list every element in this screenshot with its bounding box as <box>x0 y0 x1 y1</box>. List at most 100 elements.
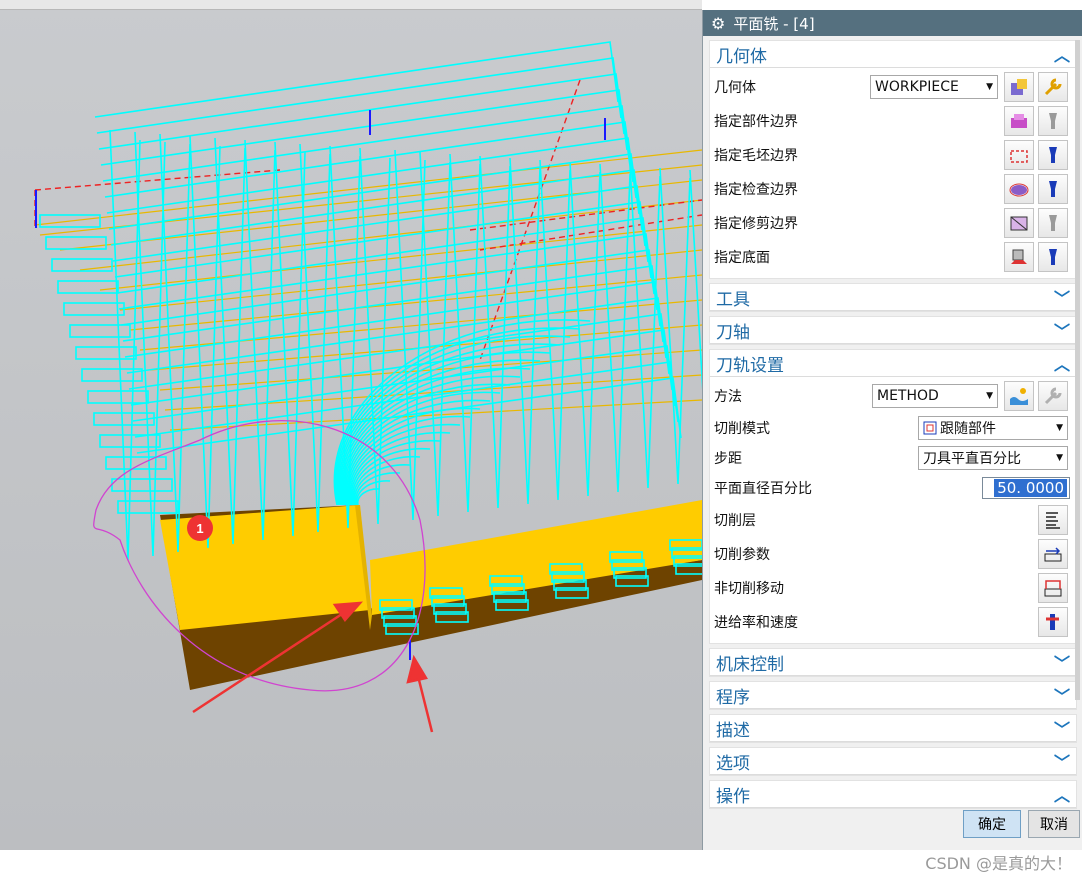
percent-value: 50. 0000 <box>994 479 1067 497</box>
percent-input[interactable]: 50. 0000 <box>982 477 1070 499</box>
flashlight-icon <box>1049 147 1057 163</box>
edit-method-button[interactable] <box>1038 381 1068 411</box>
method-select[interactable]: METHOD ▼ <box>872 384 998 408</box>
stepover-value: 刀具平直百分比 <box>923 451 1021 467</box>
non-cutting-button[interactable] <box>1038 573 1068 603</box>
method-icon <box>1010 388 1028 405</box>
flashlight-icon <box>1049 249 1057 265</box>
toolpath-segment <box>124 281 664 358</box>
blank-boundary-display-button[interactable] <box>1038 140 1068 170</box>
operation-header[interactable]: 操作 ︿ <box>710 781 1076 808</box>
dropdown-arrow-icon: ▼ <box>986 391 993 401</box>
marker-number: 1 <box>196 521 203 536</box>
dialog-buttons: 确定 取消 <box>703 810 1082 850</box>
part-boundary-button[interactable] <box>1004 106 1034 136</box>
options-header[interactable]: 选项 ﹀ <box>710 748 1076 775</box>
toolpath-segment <box>106 137 637 214</box>
toolpath-segment <box>63 302 125 316</box>
method-row: 方法 METHOD ▼ <box>710 379 1076 413</box>
geometry-value: WORKPIECE <box>875 79 959 95</box>
tool-section-header[interactable]: 工具 ﹀ <box>710 284 1076 311</box>
section-title: 操作 <box>716 786 750 807</box>
toolpath-segment <box>94 41 619 118</box>
cancel-button[interactable]: 取消 <box>1028 810 1080 838</box>
method-value: METHOD <box>877 388 939 404</box>
check-boundary-display-button[interactable] <box>1038 174 1068 204</box>
gear-icon[interactable]: ⚙ <box>711 14 725 33</box>
cut-params-label: 切削参数 <box>714 547 770 563</box>
program-header[interactable]: 程序 ﹀ <box>710 682 1076 709</box>
cut-pattern-value: 跟随部件 <box>940 421 996 437</box>
cut-levels-label: 切削层 <box>714 513 756 529</box>
dropdown-arrow-icon: ▼ <box>1056 423 1063 433</box>
toolpath-segment <box>57 280 119 294</box>
description-header[interactable]: 描述 ﹀ <box>710 715 1076 742</box>
dialog-titlebar: ⚙ 平面铣 - [4] <box>703 10 1082 36</box>
toolpath-segment <box>45 236 107 250</box>
dialog-title: 平面铣 - [4] <box>733 14 815 33</box>
trim-boundary-button[interactable] <box>1004 208 1034 238</box>
cut-params-button[interactable] <box>1038 539 1068 569</box>
toolpath-segment <box>355 480 391 506</box>
toolpath-segment <box>419 151 451 517</box>
dialog-content: 几何体 ︿ 几何体 WORKPIECE ▼ 指定部件边界 指定毛坯边界 指定检查… <box>709 40 1077 810</box>
blank-boundary-button[interactable] <box>1004 140 1034 170</box>
section-title: 几何体 <box>716 46 767 67</box>
flashlight-icon <box>1049 181 1057 197</box>
feeds-label: 进给率和速度 <box>714 615 798 631</box>
feeds-row: 进给率和速度 <box>710 605 1076 639</box>
toolpath-segment <box>87 390 149 404</box>
floor-icon <box>1011 249 1027 264</box>
graphics-viewport[interactable]: 1 <box>0 0 702 850</box>
toolpath-segment <box>69 324 131 338</box>
path-settings-header[interactable]: 刀轨设置 ︿ <box>710 350 1076 377</box>
feeds-button[interactable] <box>1038 607 1068 637</box>
ok-button[interactable]: 确定 <box>963 810 1021 838</box>
stepover-select[interactable]: 刀具平直百分比 ▼ <box>918 446 1068 470</box>
edit-geometry-button[interactable] <box>1038 72 1068 102</box>
chevron-down-icon: ﹀ <box>1053 289 1070 308</box>
toolpath-segment <box>111 478 173 492</box>
cut-levels-icon <box>1046 512 1060 529</box>
axis-section: 刀轴 ﹀ <box>709 316 1077 345</box>
geometry-select[interactable]: WORKPIECE ▼ <box>870 75 998 99</box>
toolpath-scene: 1 <box>34 41 702 733</box>
floor-button[interactable] <box>1004 242 1034 272</box>
toolpath-segment <box>100 89 628 166</box>
trim-boundary-icon <box>1010 216 1028 231</box>
geometry-section-header[interactable]: 几何体 ︿ <box>710 41 1076 68</box>
stepover-row: 步距 刀具平直百分比 ▼ <box>710 443 1076 473</box>
new-method-button[interactable] <box>1004 381 1034 411</box>
chevron-down-icon: ﹀ <box>1053 322 1070 341</box>
trim-boundary-display-button[interactable] <box>1038 208 1068 238</box>
description-section: 描述 ﹀ <box>709 714 1077 743</box>
flashlight-icon <box>1049 215 1057 231</box>
cut-levels-button[interactable] <box>1038 505 1068 535</box>
toolpath-segment <box>126 297 667 374</box>
part-boundary-icon <box>1011 114 1027 128</box>
program-section: 程序 ﹀ <box>709 681 1077 710</box>
section-title: 机床控制 <box>716 654 784 675</box>
section-title: 描述 <box>716 720 750 741</box>
chevron-up-icon: ︿ <box>1053 355 1070 374</box>
machine-control-section: 机床控制 ﹀ <box>709 648 1077 677</box>
cut-params-icon <box>1044 547 1062 562</box>
planar-mill-dialog: ⚙ 平面铣 - [4] 几何体 ︿ 几何体 WORKPIECE ▼ 指定部件边界… <box>702 10 1082 850</box>
cut-levels-row: 切削层 <box>710 503 1076 537</box>
chevron-down-icon: ﹀ <box>1053 720 1070 739</box>
cut-pattern-select[interactable]: 跟随部件 ▼ <box>918 416 1068 440</box>
section-title: 程序 <box>716 687 750 708</box>
toolpath-segment <box>117 500 179 514</box>
axis-section-header[interactable]: 刀轴 ﹀ <box>710 317 1076 344</box>
options-section: 选项 ﹀ <box>709 747 1077 776</box>
trim-boundary-row: 指定修剪边界 <box>710 206 1076 240</box>
wrench-icon <box>1044 78 1062 96</box>
machine-control-header[interactable]: 机床控制 ﹀ <box>710 649 1076 676</box>
part-boundary-display-button[interactable] <box>1038 106 1068 136</box>
dialog-scrollbar[interactable] <box>1075 40 1080 700</box>
floor-display-button[interactable] <box>1038 242 1068 272</box>
geometry-row: 几何体 WORKPIECE ▼ <box>710 70 1076 104</box>
check-boundary-button[interactable] <box>1004 174 1034 204</box>
non-cutting-icon <box>1044 580 1062 597</box>
new-geometry-button[interactable] <box>1004 72 1034 102</box>
